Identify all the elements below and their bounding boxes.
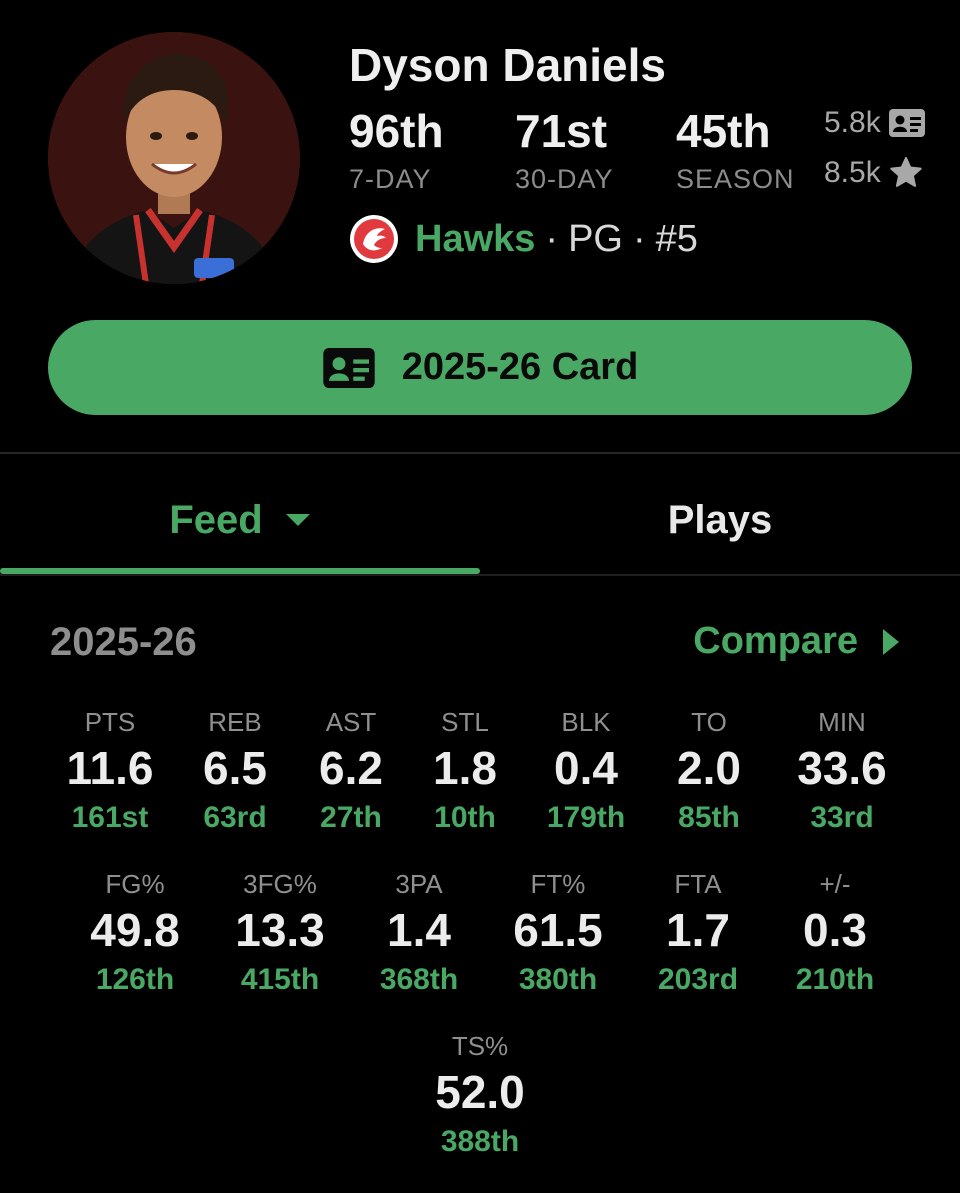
stat-label: TS% xyxy=(451,1031,509,1061)
stat-blk: BLK 0.4 179th xyxy=(516,706,656,838)
id-card-icon xyxy=(322,347,376,388)
card-count-value: 5.8k xyxy=(824,106,881,139)
stat-ts-pct: TS% 52.0 388th xyxy=(410,1030,550,1162)
compare-label: Compare xyxy=(693,620,858,662)
stat-label: TO xyxy=(691,707,727,737)
rank-7-day-label: 7-DAY xyxy=(349,164,432,194)
stat-label: FT% xyxy=(530,869,586,899)
stat-rank: 388th xyxy=(440,1125,520,1158)
hawks-logo-icon[interactable] xyxy=(349,214,399,264)
stat-rank: 368th xyxy=(379,963,459,996)
stat-3pa: 3PA 1.4 368th xyxy=(349,868,489,1000)
stat-value: 1.4 xyxy=(387,904,451,956)
caret-down-icon xyxy=(285,513,311,527)
stat-value: 52.0 xyxy=(435,1066,525,1118)
stat-pts: PTS 11.6 161st xyxy=(40,706,180,838)
id-card-icon xyxy=(888,109,925,137)
tab-active-indicator xyxy=(0,568,480,574)
stat-ft-pct: FT% 61.5 380th xyxy=(488,868,628,1000)
stat-rank: 380th xyxy=(518,963,598,996)
compare-button[interactable]: Compare xyxy=(693,620,900,663)
stat-rank: 126th xyxy=(95,963,175,996)
section-divider xyxy=(0,452,960,454)
tab-plays[interactable]: Plays xyxy=(480,490,960,550)
stat-fta: FTA 1.7 203rd xyxy=(628,868,768,1000)
player-position: PG xyxy=(568,217,623,260)
stat-label: BLK xyxy=(561,707,611,737)
tab-plays-label: Plays xyxy=(667,497,773,542)
stat-label: FTA xyxy=(674,869,722,899)
player-number: #5 xyxy=(655,217,698,260)
stat-label: FG% xyxy=(105,869,165,899)
rank-season-label: SEASON xyxy=(676,164,795,194)
stat-plus-minus: +/- 0.3 210th xyxy=(765,868,905,1000)
tab-bar-baseline xyxy=(0,574,960,576)
stat-rank: 10th xyxy=(434,801,496,834)
stat-3fg-pct: 3FG% 13.3 415th xyxy=(210,868,350,1000)
rank-7-day-value: 96th xyxy=(349,105,444,157)
stat-rank: 85th xyxy=(678,801,740,834)
season-card-button[interactable]: 2025-26 Card xyxy=(48,320,912,415)
stat-rank: 179th xyxy=(546,801,626,834)
caret-right-icon xyxy=(882,628,900,656)
separator-dot: · xyxy=(632,217,646,260)
stat-label: MIN xyxy=(818,707,866,737)
stat-label: +/- xyxy=(819,869,851,899)
stat-value: 0.4 xyxy=(554,742,618,794)
stat-value: 1.7 xyxy=(666,904,730,956)
rank-season-value: 45th xyxy=(676,105,771,157)
stat-label: STL xyxy=(441,707,489,737)
stat-stl: STL 1.8 10th xyxy=(395,706,535,838)
stat-value: 2.0 xyxy=(677,742,741,794)
stat-label: 3PA xyxy=(395,869,443,899)
season-label: 2025-26 xyxy=(50,620,197,664)
stat-rank: 33rd xyxy=(810,801,874,834)
stat-label: PTS xyxy=(84,707,136,737)
separator-dot: · xyxy=(545,217,559,260)
stat-value: 61.5 xyxy=(513,904,603,956)
stat-value: 11.6 xyxy=(66,742,154,794)
card-count: 5.8k xyxy=(824,106,925,140)
stat-value: 33.6 xyxy=(797,742,887,794)
rank-30-day-label: 30-DAY xyxy=(515,164,614,194)
stat-value: 0.3 xyxy=(803,904,867,956)
player-name: Dyson Daniels xyxy=(349,39,666,91)
favorite-count-value: 8.5k xyxy=(824,156,881,189)
stat-rank: 210th xyxy=(795,963,875,996)
stat-value: 1.8 xyxy=(433,742,497,794)
stat-min: MIN 33.6 33rd xyxy=(772,706,912,838)
stat-value: 49.8 xyxy=(90,904,180,956)
team-line: Hawks · PG · #5 xyxy=(349,214,698,264)
stat-rank: 415th xyxy=(240,963,320,996)
favorite-count: 8.5k xyxy=(824,156,923,190)
star-icon xyxy=(889,157,923,189)
team-name-link[interactable]: Hawks xyxy=(415,218,535,261)
stat-rank: 203rd xyxy=(657,963,739,996)
stat-value: 13.3 xyxy=(235,904,325,956)
player-avatar[interactable] xyxy=(48,32,300,284)
season-card-label: 2025-26 Card xyxy=(401,346,639,388)
tab-feed-label: Feed xyxy=(169,497,263,542)
stat-to: TO 2.0 85th xyxy=(639,706,779,838)
stat-label: 3FG% xyxy=(243,869,317,899)
player-photo xyxy=(48,32,300,284)
rank-30-day-value: 71st xyxy=(515,105,608,157)
tab-feed[interactable]: Feed xyxy=(0,490,480,550)
stat-fg-pct: FG% 49.8 126th xyxy=(65,868,205,1000)
stat-rank: 161st xyxy=(71,801,149,834)
